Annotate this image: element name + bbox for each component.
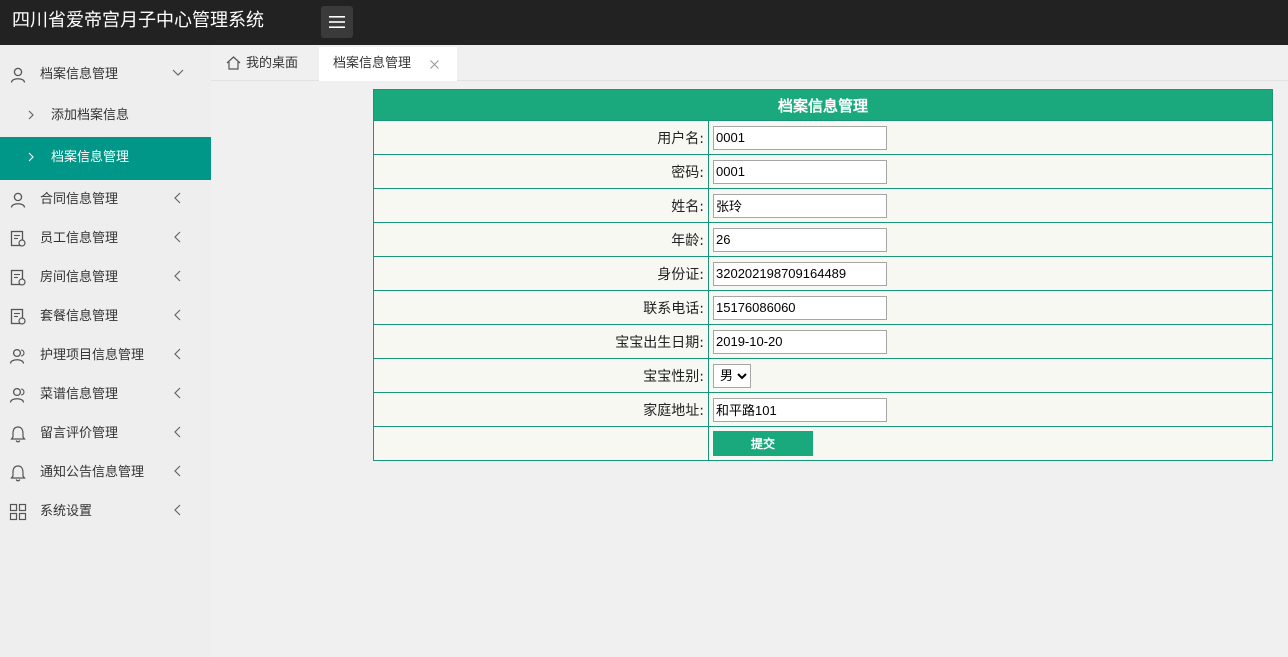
submit-button[interactable]: 提交 <box>713 431 813 456</box>
field-label: 身份证: <box>373 256 709 291</box>
id-card-field[interactable] <box>713 261 887 286</box>
chevron-left-icon <box>174 426 181 438</box>
sidebar-item-label: 留言评价管理 <box>40 426 119 441</box>
form-row: 宝宝出生日期: <box>373 324 1273 359</box>
sidebar-item-notice[interactable]: 通知公告信息管理 <box>0 453 211 492</box>
users-icon <box>9 387 25 403</box>
address-field[interactable] <box>713 397 887 422</box>
chevron-left-icon <box>174 348 181 360</box>
sidebar-item-menu[interactable]: 菜谱信息管理 <box>0 375 211 414</box>
sidebar-subitem-add-archive[interactable]: 添加档案信息 <box>0 95 211 137</box>
field-label: 宝宝性别: <box>373 358 709 393</box>
field-label: 密码: <box>373 154 709 189</box>
baby-gender-select[interactable]: 男 <box>713 363 751 388</box>
sidebar-subitem-label: 档案信息管理 <box>51 150 130 165</box>
password-field[interactable] <box>713 159 887 184</box>
field-label: 宝宝出生日期: <box>373 324 709 359</box>
form-row: 年龄: <box>373 222 1273 257</box>
chevron-left-icon <box>174 387 181 399</box>
grid-icon <box>9 503 27 521</box>
sidebar-item-label: 套餐信息管理 <box>40 309 119 324</box>
tab-home[interactable]: 我的桌面 <box>224 47 319 81</box>
form-title: 档案信息管理 <box>373 89 1273 121</box>
sidebar-item-label: 房间信息管理 <box>40 270 119 285</box>
empty-cell <box>373 426 709 461</box>
archive-form: 档案信息管理 用户名: 密码: 姓名: 年龄: 身份证: 联系电话: 宝宝出生日… <box>373 89 1273 461</box>
form-row: 密码: <box>373 154 1273 189</box>
sidebar-item-label: 系统设置 <box>40 504 93 519</box>
sidebar-item-label: 员工信息管理 <box>40 231 119 246</box>
bell-icon <box>10 465 26 482</box>
field-label: 姓名: <box>373 188 709 223</box>
sidebar-item-package[interactable]: 套餐信息管理 <box>0 297 211 336</box>
chevron-left-icon <box>174 231 181 243</box>
tab-bar: 我的桌面 档案信息管理 <box>211 45 1288 81</box>
app-title: 四川省爱帝宫月子中心管理系统 <box>12 10 264 31</box>
field-label: 家庭地址: <box>373 392 709 427</box>
chevron-down-icon <box>172 69 184 76</box>
phone-field[interactable] <box>713 295 887 320</box>
users-icon <box>9 348 25 364</box>
user-icon <box>10 67 26 83</box>
form-row: 身份证: <box>373 256 1273 291</box>
sidebar-item-settings[interactable]: 系统设置 <box>0 492 211 531</box>
tab-label: 档案信息管理 <box>333 56 412 71</box>
hamburger-icon <box>329 16 345 28</box>
form-row: 联系电话: <box>373 290 1273 325</box>
document-icon <box>10 308 26 325</box>
chevron-left-icon <box>174 309 181 321</box>
form-row: 姓名: <box>373 188 1273 223</box>
sidebar-item-label: 通知公告信息管理 <box>40 465 145 480</box>
tab-archive-management[interactable]: 档案信息管理 <box>319 47 457 81</box>
field-label: 年龄: <box>373 222 709 257</box>
chevron-left-icon <box>174 192 181 204</box>
sidebar-item-label: 护理项目信息管理 <box>40 348 145 363</box>
username-field[interactable] <box>713 125 887 150</box>
close-icon[interactable] <box>430 60 439 69</box>
form-row: 提交 <box>373 426 1273 461</box>
form-row: 宝宝性别: 男 <box>373 358 1273 393</box>
sidebar-item-label: 菜谱信息管理 <box>40 387 119 402</box>
sidebar-item-contract[interactable]: 合同信息管理 <box>0 180 211 219</box>
baby-birthdate-field[interactable] <box>713 329 887 354</box>
sidebar-item-room[interactable]: 房间信息管理 <box>0 258 211 297</box>
sidebar-item-nursing[interactable]: 护理项目信息管理 <box>0 336 211 375</box>
user-icon <box>10 192 26 208</box>
bell-icon <box>10 426 26 443</box>
chevron-left-icon <box>174 270 181 282</box>
field-label: 联系电话: <box>373 290 709 325</box>
chevron-right-icon <box>28 110 34 120</box>
chevron-left-icon <box>174 504 181 516</box>
sidebar-subitem-label: 添加档案信息 <box>51 108 130 123</box>
sidebar-item-feedback[interactable]: 留言评价管理 <box>0 414 211 453</box>
top-bar: 四川省爱帝宫月子中心管理系统 <box>0 0 1288 45</box>
sidebar-item-archive[interactable]: 档案信息管理 <box>0 55 211 94</box>
form-row: 家庭地址: <box>373 392 1273 427</box>
chevron-left-icon <box>174 465 181 477</box>
name-field[interactable] <box>713 193 887 218</box>
sidebar-subitem-archive-management[interactable]: 档案信息管理 <box>0 137 211 180</box>
field-label: 用户名: <box>373 120 709 155</box>
document-icon <box>10 230 26 247</box>
chevron-right-icon <box>28 152 34 162</box>
home-icon <box>226 56 241 70</box>
form-row: 用户名: <box>373 120 1273 155</box>
document-icon <box>10 269 26 286</box>
sidebar-item-label: 档案信息管理 <box>40 67 119 82</box>
sidebar-item-label: 合同信息管理 <box>40 192 119 207</box>
sidebar-item-staff[interactable]: 员工信息管理 <box>0 219 211 258</box>
age-field[interactable] <box>713 227 887 252</box>
menu-toggle-button[interactable] <box>321 6 353 38</box>
sidebar: 档案信息管理 添加档案信息 档案信息管理 合同信息管理 员工信息管理 房间信息管… <box>0 45 211 657</box>
tab-label: 我的桌面 <box>246 56 299 71</box>
